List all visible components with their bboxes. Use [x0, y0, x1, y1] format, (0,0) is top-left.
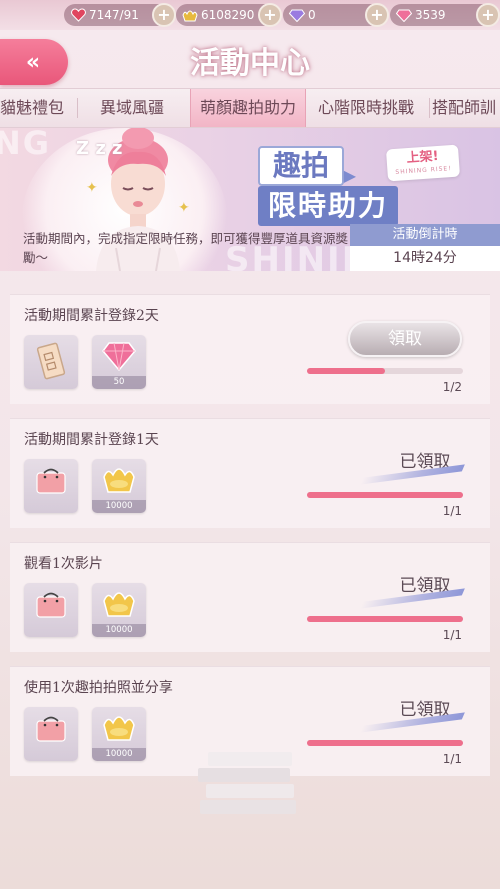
gold-ingot-icon	[182, 7, 198, 23]
add-stamina-button[interactable]: +	[152, 3, 176, 27]
task-card: 活動期間累計登錄1天 10000 已領取 1/1	[10, 418, 490, 528]
tab-divider	[77, 98, 78, 118]
resource-bar: 7147/91 + 6108290 + 0 + 3539 +	[0, 0, 500, 30]
reward-item[interactable]	[24, 459, 78, 513]
pink-diamond-icon	[92, 341, 146, 375]
resource-pink-diamond-value: 3539	[415, 8, 446, 22]
task-progress-fill	[307, 616, 463, 622]
gold-ingot-icon	[92, 465, 146, 499]
resource-purple-diamond: 0 +	[283, 3, 389, 27]
resource-stamina: 7147/91 +	[64, 3, 176, 27]
tab-stylist-training[interactable]: 搭配師訓	[432, 89, 500, 127]
reward-item[interactable]	[24, 583, 78, 637]
banner-decor-text: NG	[0, 128, 52, 162]
task-title: 活動期間累計登錄1天	[24, 432, 159, 448]
task-title: 使用1次趣拍拍照並分享	[24, 680, 173, 696]
sleep-zzz-icon: Z z z	[76, 138, 123, 159]
reward-item[interactable]: 10000	[92, 583, 146, 637]
pink-bag-icon	[24, 589, 78, 627]
task-progress-bar	[307, 492, 463, 498]
gold-ingot-icon	[92, 589, 146, 623]
pink-bag-icon	[24, 713, 78, 751]
resource-purple-diamond-value: 0	[308, 8, 316, 22]
task-progress-fill	[307, 740, 463, 746]
task-card: 活動期間累計登錄2天 50 領取 1/2	[10, 294, 490, 404]
task-progress-bar	[307, 616, 463, 622]
sparkle-icon: ✦	[86, 180, 98, 196]
add-purple-diamond-button[interactable]: +	[365, 3, 389, 27]
reward-item[interactable]: 50	[92, 335, 146, 389]
pink-diamond-icon	[396, 7, 412, 23]
reward-item[interactable]	[24, 707, 78, 761]
reward-item[interactable]: 10000	[92, 707, 146, 761]
claim-button[interactable]: 領取	[348, 321, 462, 357]
reward-quantity: 50	[92, 376, 146, 389]
resource-stamina-value: 7147/91	[89, 8, 139, 22]
reward-item[interactable]: 10000	[92, 459, 146, 513]
reward-quantity: 10000	[92, 624, 146, 637]
page-title: 活動中心	[190, 46, 310, 81]
task-card: 觀看1次影片 10000 已領取 1/1	[10, 542, 490, 652]
countdown-value: 14時24分	[350, 246, 500, 271]
event-description: 活動期間內，完成指定限時任務，即可獲得豐厚道具資源獎勵～	[23, 231, 349, 265]
tab-cat-charm-pack[interactable]: 貓魅禮包	[0, 89, 72, 127]
reward-quantity: 10000	[92, 500, 146, 513]
add-pink-diamond-button[interactable]: +	[476, 3, 500, 27]
reward-quantity: 10000	[92, 748, 146, 761]
claimed-status: 已領取	[399, 700, 451, 720]
add-gold-button[interactable]: +	[258, 3, 282, 27]
task-progress-fill	[307, 368, 385, 374]
tab-heart-challenge[interactable]: 心階限時挑戰	[307, 89, 425, 127]
task-title: 觀看1次影片	[24, 556, 103, 572]
claimed-status: 已領取	[399, 576, 451, 596]
event-tabs: 貓魅禮包 異域風疆 萌顏趣拍助力 心階限時挑戰 搭配師訓	[0, 88, 500, 128]
claimed-status: 已領取	[399, 452, 451, 472]
resource-pink-diamond: 3539 +	[390, 3, 500, 27]
task-progress-bar	[307, 740, 463, 746]
countdown-label: 活動倒計時	[350, 224, 500, 246]
tab-divider	[429, 98, 430, 118]
resource-gold-value: 6108290	[201, 8, 255, 22]
task-title: 活動期間累計登錄2天	[24, 308, 159, 324]
task-progress-bar	[307, 368, 463, 374]
decorative-books	[198, 752, 296, 814]
task-progress-text: 1/1	[442, 628, 462, 642]
sparkle-icon: ✦	[178, 200, 190, 216]
banner-title-line1: 趣拍 ▶	[258, 146, 356, 186]
task-progress-text: 1/2	[442, 380, 462, 394]
resource-gold: 6108290 +	[176, 3, 282, 27]
pink-bag-icon	[24, 465, 78, 503]
banner-title-line2: 限時助力	[258, 186, 398, 226]
reward-item[interactable]	[24, 335, 78, 389]
task-progress-fill	[307, 492, 463, 498]
heart-icon	[70, 7, 86, 23]
task-progress-text: 1/1	[442, 752, 462, 766]
tab-exotic-frontier[interactable]: 異域風疆	[84, 89, 180, 127]
purple-diamond-icon	[289, 7, 305, 23]
task-progress-text: 1/1	[442, 504, 462, 518]
new-badge: 上架! SHINING RISE!	[385, 144, 461, 182]
gold-ingot-icon	[92, 713, 146, 747]
ticket-card-icon	[24, 341, 78, 385]
tab-cute-photo-boost[interactable]: 萌顏趣拍助力	[190, 89, 306, 127]
